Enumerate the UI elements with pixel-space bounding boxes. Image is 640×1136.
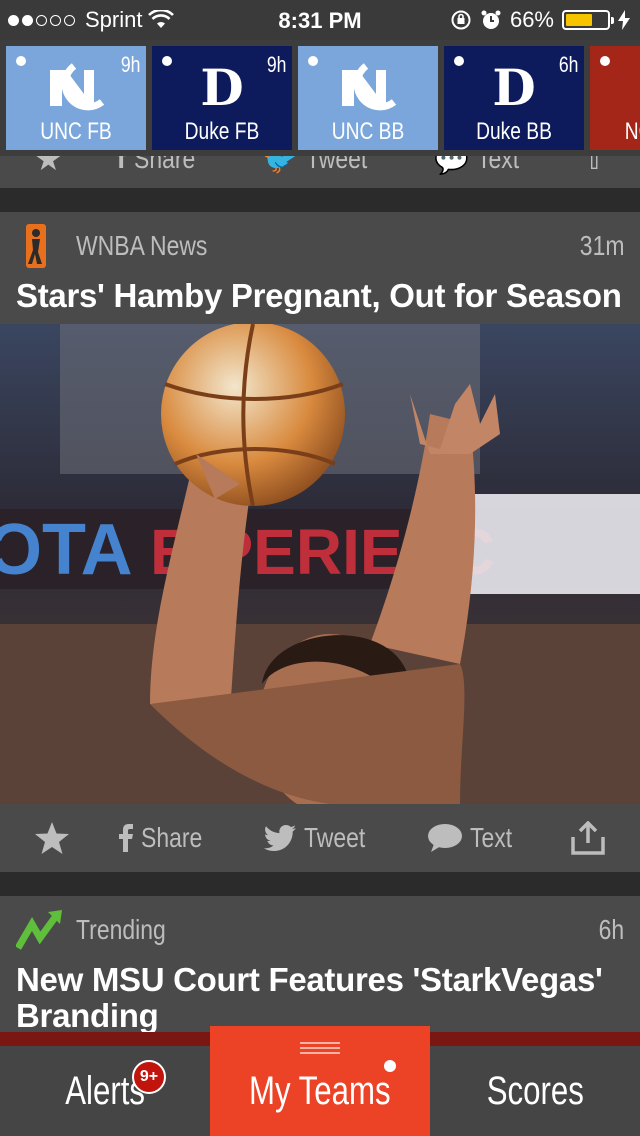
story-source: Trending xyxy=(76,914,166,945)
team-tile-duke-bb[interactable]: 6h D Duke BB xyxy=(444,46,584,150)
unread-dot xyxy=(600,56,610,66)
story-photo[interactable]: ƆTA E PERIENC xyxy=(0,324,640,804)
share-bar: Share Tweet Text xyxy=(0,804,640,872)
facebook-icon xyxy=(118,824,133,852)
chat-bubble-icon xyxy=(427,824,462,852)
share-button[interactable]: f Share xyxy=(117,156,209,175)
tile-name: NC xyxy=(624,118,640,145)
status-bar: Sprint 8:31 PM 66% xyxy=(0,0,640,40)
text-button[interactable]: 💬 Text xyxy=(434,156,528,176)
duke-logo-icon: D xyxy=(492,58,536,117)
team-tile-unc-fb[interactable]: 9h UNC FB xyxy=(6,46,146,150)
team-tile-nc[interactable]: NC xyxy=(590,46,640,150)
tile-age: 9h xyxy=(120,52,140,77)
battery-icon xyxy=(562,10,614,30)
tweet-button[interactable]: Tweet xyxy=(264,822,379,854)
unread-dot xyxy=(308,56,318,66)
story-card[interactable]: Trending 6h New MSU Court Features 'Star… xyxy=(0,896,640,1046)
team-tile-duke-fb[interactable]: 9h D Duke FB xyxy=(152,46,292,150)
share-button[interactable]: Share xyxy=(118,822,216,854)
trending-arrow-icon xyxy=(16,910,62,950)
charging-bolt-icon xyxy=(618,10,630,30)
basketball-player-image: ƆTA E PERIENC xyxy=(0,324,640,804)
drag-handle-icon xyxy=(300,1042,340,1054)
favorite-star-icon[interactable]: ★ xyxy=(34,156,63,178)
story-card[interactable]: WNBA News 31m Stars' Hamby Pregnant, Out… xyxy=(0,212,640,872)
share-export-icon[interactable] xyxy=(570,821,606,855)
unc-logo-icon xyxy=(50,63,105,111)
favorite-star-icon[interactable] xyxy=(34,821,70,855)
alerts-badge: 9+ xyxy=(132,1060,166,1094)
tile-name: UNC FB xyxy=(40,118,112,145)
team-tile-unc-bb[interactable]: UNC BB xyxy=(298,46,438,150)
twitter-bird-icon xyxy=(264,825,297,851)
text-button[interactable]: Text xyxy=(427,822,521,854)
unc-logo-icon xyxy=(342,63,397,111)
tile-name: Duke FB xyxy=(184,118,260,145)
tile-name: Duke BB xyxy=(476,118,552,145)
orientation-lock-icon xyxy=(451,10,471,30)
tweet-button[interactable]: 🐦 Tweet xyxy=(263,156,381,176)
team-tiles-strip[interactable]: 9h UNC FB 9h D Duke FB UNC BB 6h D Duke … xyxy=(0,40,640,156)
alarm-icon xyxy=(481,10,501,29)
share-bar-previous: ★ f Share 🐦 Tweet 💬 Text ⇧ xyxy=(0,156,640,188)
story-headline[interactable]: Stars' Hamby Pregnant, Out for Season xyxy=(0,278,640,324)
tab-label: My Teams xyxy=(249,1068,391,1113)
tab-alerts[interactable]: Alerts 9+ xyxy=(0,1046,210,1136)
tab-scores[interactable]: Scores xyxy=(430,1046,640,1136)
tab-label: Scores xyxy=(486,1068,584,1113)
export-icon[interactable]: ⇧ xyxy=(582,156,605,176)
story-age: 6h xyxy=(598,914,624,945)
wnba-logo-icon xyxy=(26,224,46,268)
bottom-tab-bar: Alerts 9+ My Teams Scores xyxy=(0,1026,640,1136)
news-feed[interactable]: ★ f Share 🐦 Tweet 💬 Text ⇧ WNBA News 31m St… xyxy=(0,156,640,1046)
tile-name: UNC BB xyxy=(331,118,405,145)
unread-dot xyxy=(16,56,26,66)
story-age: 31m xyxy=(579,230,624,261)
battery-percent: 66% xyxy=(509,7,554,32)
story-source: WNBA News xyxy=(76,230,208,261)
tab-my-teams[interactable]: My Teams xyxy=(210,1026,430,1136)
duke-logo-icon: D xyxy=(200,58,244,117)
arena-banner-text: ƆTA xyxy=(0,510,133,590)
